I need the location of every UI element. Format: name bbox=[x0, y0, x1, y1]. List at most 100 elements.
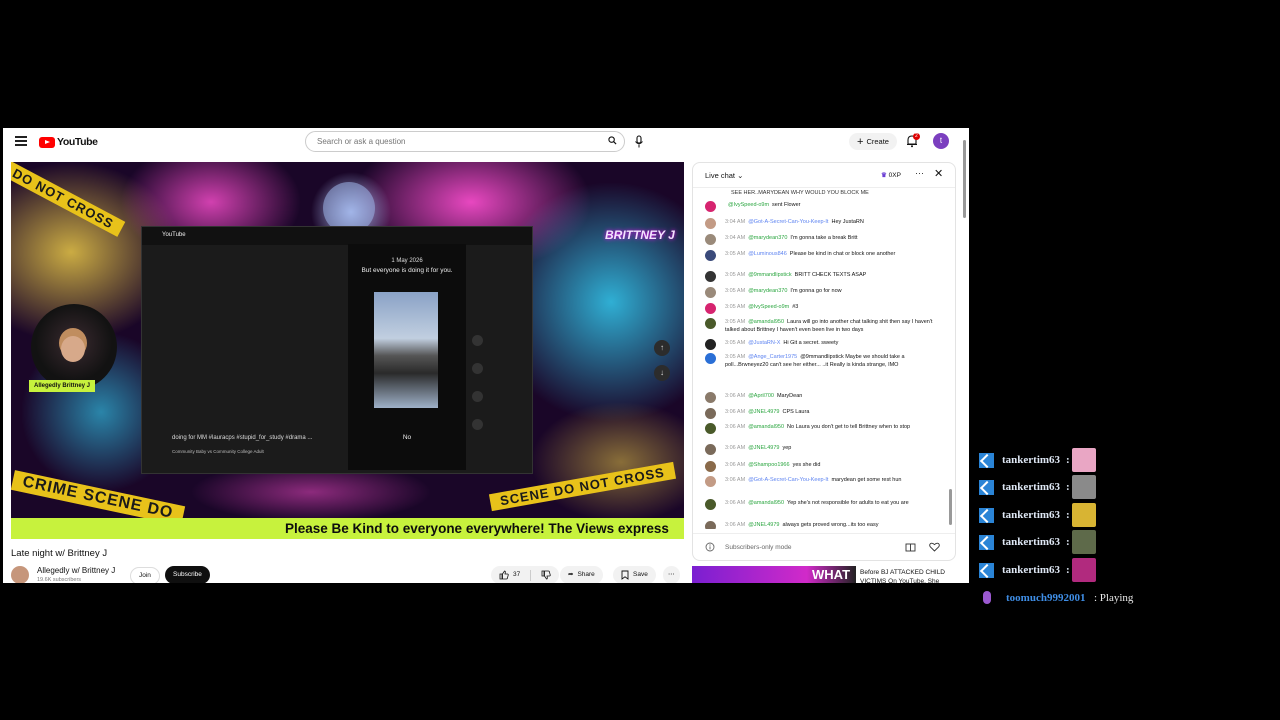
chat-message-body: 3:06 AM @amandal950 No Laura you don't get… bbox=[725, 423, 939, 431]
plus-icon: + bbox=[857, 135, 864, 148]
chat-avatar[interactable] bbox=[705, 287, 716, 298]
chat-avatar[interactable] bbox=[705, 408, 716, 419]
chat-author[interactable]: @April700 bbox=[748, 393, 774, 399]
search-box[interactable] bbox=[305, 131, 625, 152]
chat-timestamp: 3:05 AM bbox=[725, 251, 746, 257]
menu-icon[interactable] bbox=[15, 136, 27, 146]
live-chat-panel: Live chat ⌄ ♛ 0XP ⋯ ✕ SEE HER..MARYDEAN … bbox=[692, 162, 956, 561]
streamer-face bbox=[61, 336, 85, 362]
chat-avatar[interactable] bbox=[705, 303, 716, 314]
chat-avatar[interactable] bbox=[705, 423, 716, 434]
chat-avatar[interactable] bbox=[705, 461, 716, 472]
chat-author[interactable]: @amandal950 bbox=[748, 424, 784, 430]
subscribe-button[interactable]: Subscribe bbox=[165, 566, 210, 583]
chat-author[interactable]: @Shampoo1966 bbox=[748, 462, 789, 468]
chat-author[interactable]: @JustaRN-X bbox=[748, 340, 780, 346]
chat-author[interactable]: @Ange_Carter1975 bbox=[748, 354, 797, 360]
chat-close-icon[interactable]: ✕ bbox=[934, 167, 943, 180]
chat-timestamp: 3:04 AM bbox=[725, 219, 746, 225]
chat-avatar[interactable] bbox=[705, 476, 716, 487]
voice-status: : Playing bbox=[1094, 592, 1134, 604]
chat-message-body: 3:05 AM @JustaRN-X Hi Git a secret. sweety bbox=[725, 339, 939, 347]
chat-message-body: 3:06 AM @JNEL4979 CPS Laura bbox=[725, 408, 939, 416]
join-button[interactable]: Join bbox=[130, 567, 160, 583]
chat-message-list[interactable]: SEE HER..MARYDEAN WHY WOULD YOU BLOCK ME… bbox=[693, 187, 947, 529]
page-scrollbar[interactable] bbox=[961, 134, 969, 582]
chat-avatar[interactable] bbox=[705, 339, 716, 350]
channel-name[interactable]: Allegedly w/ Brittney J bbox=[37, 566, 115, 575]
bookmark-icon bbox=[621, 570, 629, 580]
like-dislike-button[interactable]: 37 bbox=[491, 566, 560, 583]
xp-badge[interactable]: ♛ 0XP bbox=[881, 171, 901, 179]
chat-author[interactable]: @marydean370 bbox=[748, 235, 787, 241]
stream-ticker: Please Be Kind to everyone everywhere! T… bbox=[11, 518, 684, 539]
chat-scrollbar[interactable] bbox=[949, 189, 953, 525]
chat-author[interactable]: @Got-A-Secret-Can-You-Keep-It bbox=[748, 219, 828, 225]
chat-author[interactable]: @IvySpeed-o9m bbox=[728, 202, 769, 208]
chat-author[interactable]: @Luminous846 bbox=[748, 251, 787, 257]
chat-timestamp: 3:06 AM bbox=[725, 500, 746, 506]
chat-message-body: 3:06 AM @Shampoo1966 yes she did bbox=[725, 461, 939, 469]
streamer-name-tag: Allegedly Brittney J bbox=[29, 380, 96, 392]
chat-avatar[interactable] bbox=[705, 318, 716, 329]
chat-avatar[interactable] bbox=[705, 218, 716, 229]
chat-text: No Laura you don't get to tell Brittney … bbox=[787, 424, 911, 430]
chat-more-icon[interactable]: ⋯ bbox=[915, 168, 924, 179]
chat-author[interactable]: @marydean370 bbox=[748, 288, 787, 294]
overlay-emote-image bbox=[1072, 502, 1096, 527]
chat-author[interactable]: @JNEL4979 bbox=[748, 522, 779, 528]
chat-avatar[interactable] bbox=[705, 392, 716, 403]
chat-author[interactable]: @amandal950 bbox=[748, 500, 784, 506]
share-button[interactable]: ➦ Share bbox=[560, 566, 603, 583]
chat-text: I'm gonna go for now bbox=[790, 288, 842, 294]
chat-avatar[interactable] bbox=[705, 499, 716, 510]
chat-author[interactable]: @JNEL4979 bbox=[748, 445, 779, 451]
gift-icon[interactable] bbox=[905, 542, 916, 552]
chat-scrollbar-thumb[interactable] bbox=[949, 489, 952, 525]
chat-author[interactable]: @amandal950 bbox=[748, 319, 784, 325]
chat-avatar[interactable] bbox=[705, 444, 716, 455]
chat-avatar[interactable] bbox=[705, 250, 716, 261]
chat-author[interactable]: @IvySpeed-o9m bbox=[748, 304, 789, 310]
thumbs-down-icon[interactable] bbox=[541, 570, 551, 580]
chat-text: yep bbox=[782, 445, 792, 451]
video-player[interactable]: DO NOT CROSS CRIME SCENE DO SCENE DO NOT… bbox=[11, 162, 684, 539]
voice-search-mic-icon[interactable] bbox=[634, 135, 644, 149]
heart-icon[interactable] bbox=[929, 542, 940, 552]
chat-avatar[interactable] bbox=[705, 521, 716, 529]
chat-message-body: 3:05 AM @9mmandlipstick BRITT CHECK TEXTS … bbox=[725, 271, 939, 279]
chat-author[interactable]: @JNEL4979 bbox=[748, 409, 779, 415]
page-scrollbar-thumb[interactable] bbox=[963, 140, 966, 218]
create-button[interactable]: + Create bbox=[849, 133, 897, 150]
chat-timestamp: 3:05 AM bbox=[725, 272, 746, 278]
channel-avatar[interactable] bbox=[11, 566, 29, 583]
shared-screen-header: YouTube bbox=[142, 227, 532, 245]
chat-avatar[interactable] bbox=[705, 353, 716, 364]
chat-message-body: 3:05 AM @IvySpeed-o9m #3 bbox=[725, 303, 939, 311]
short-date: 1 May 2026 bbox=[391, 258, 423, 264]
search-input[interactable] bbox=[315, 136, 589, 147]
chat-text: CPS Laura bbox=[782, 409, 810, 415]
recommended-video-thumbnail[interactable]: WHAT bbox=[692, 566, 856, 583]
chat-timestamp: 3:05 AM bbox=[725, 340, 746, 346]
thumbs-up-icon[interactable] bbox=[499, 570, 509, 580]
crown-icon: ♛ bbox=[881, 172, 887, 179]
save-button[interactable]: Save bbox=[613, 566, 656, 583]
recommended-video[interactable]: WHAT Before BJ ATTACKED CHILD VICTIMS On… bbox=[692, 566, 958, 583]
chat-avatar[interactable] bbox=[705, 234, 716, 245]
recommended-video-title[interactable]: Before BJ ATTACKED CHILD VICTIMS On YouT… bbox=[860, 568, 956, 583]
more-actions-button[interactable]: ⋯ bbox=[663, 566, 680, 583]
account-avatar[interactable]: t bbox=[933, 133, 949, 149]
chat-timestamp: 3:06 AM bbox=[725, 522, 746, 528]
logo-text: YouTube bbox=[57, 136, 98, 148]
like-count: 37 bbox=[513, 571, 521, 578]
chat-avatar[interactable] bbox=[705, 271, 716, 282]
youtube-logo[interactable]: YouTube bbox=[39, 135, 98, 149]
live-chat-mode-dropdown[interactable]: Live chat ⌄ bbox=[705, 171, 743, 180]
chat-author[interactable]: @9mmandlipstick bbox=[748, 272, 791, 278]
info-icon[interactable] bbox=[705, 542, 715, 552]
short-share-icon bbox=[472, 391, 483, 402]
chat-avatar[interactable] bbox=[705, 201, 716, 212]
chat-author[interactable]: @Got-A-Secret-Can-You-Keep-It bbox=[748, 477, 828, 483]
search-icon[interactable] bbox=[608, 136, 617, 145]
